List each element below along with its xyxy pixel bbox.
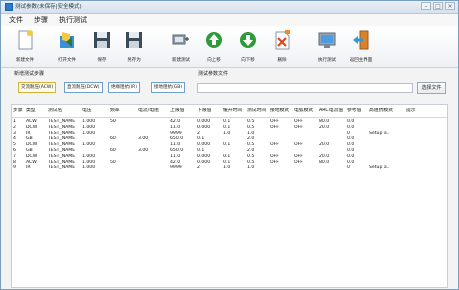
exit-icon bbox=[353, 30, 369, 50]
move-up-icon bbox=[206, 32, 222, 48]
menu-run-test[interactable]: 执行测试 bbox=[59, 14, 87, 26]
minimize-button[interactable]: – bbox=[421, 2, 431, 10]
new-file-icon bbox=[18, 30, 33, 50]
col-ramp-time-header[interactable]: 缓升时间 bbox=[223, 108, 242, 114]
table-cell: 9 bbox=[13, 165, 16, 171]
new-file-button[interactable]: 新建文件 bbox=[11, 29, 39, 65]
save-as-button[interactable]: 另存为 bbox=[120, 29, 148, 65]
toolbar-label: 另存为 bbox=[127, 58, 141, 63]
run-test-icon bbox=[318, 32, 336, 48]
close-button[interactable]: × bbox=[445, 2, 455, 10]
main-window: 测试参数(未保存|安全模式) – □ × 文件 步骤 执行测试 新建文件 打开文… bbox=[0, 0, 459, 290]
toolbar-label: 新建文件 bbox=[16, 58, 34, 63]
table-cell: 0 bbox=[347, 165, 350, 171]
exit-button[interactable]: 返回主界面 bbox=[347, 29, 375, 65]
move-up-button[interactable]: 向上移 bbox=[200, 29, 228, 65]
add-dcw-button[interactable]: 直流耐压(DCW) bbox=[64, 82, 103, 93]
table-cell: 2 bbox=[197, 165, 200, 171]
col-arc-mode-header[interactable]: 电弧模式 bbox=[294, 108, 313, 114]
new-step-label: 新增测试步骤 bbox=[14, 71, 45, 77]
window-controls: – □ × bbox=[421, 2, 455, 10]
col-high-impedance-header[interactable]: 高阻抗模式 bbox=[369, 108, 393, 114]
choose-file-button[interactable]: 选择文件 bbox=[417, 82, 446, 94]
col-voltage-header[interactable]: 电压 bbox=[82, 108, 92, 114]
table-cell: 1.0 bbox=[247, 165, 255, 171]
table-row[interactable]: 9 IR TEST_NAME 1.000 9999 2 1.0 1.0 0 Setup a.. bbox=[12, 165, 447, 171]
col-frequency-header[interactable]: 频率 bbox=[110, 108, 120, 114]
move-down-button[interactable]: 向下移 bbox=[234, 29, 262, 65]
table-cell: IR bbox=[26, 165, 31, 171]
col-upper-header[interactable]: 上限值 bbox=[170, 108, 184, 114]
save-as-icon bbox=[126, 32, 142, 48]
col-step-header[interactable]: 步骤 bbox=[13, 108, 23, 114]
steps-table[interactable]: 步骤 类型 测试名 电压 频率 电流/电阻 上限值 下限值 缓升时间 测试时间 接地模式 电弧模式 AR… bbox=[11, 104, 448, 288]
col-ground-mode-header[interactable]: 接地模式 bbox=[270, 108, 289, 114]
table-cell: 1.000 bbox=[82, 165, 96, 171]
col-lower-header[interactable]: 下限值 bbox=[197, 108, 211, 114]
col-reference-header[interactable]: 参考值 bbox=[347, 108, 361, 114]
add-gb-button[interactable]: 接地阻抗(GB) bbox=[151, 82, 186, 93]
toolbar-label: 向下移 bbox=[241, 58, 255, 63]
add-acw-button[interactable]: 交流耐压(ACW) bbox=[18, 82, 57, 93]
menu-steps[interactable]: 步骤 bbox=[34, 14, 48, 26]
toolbar-label: 向上移 bbox=[207, 58, 221, 63]
maximize-button[interactable]: □ bbox=[433, 2, 443, 10]
open-file-icon bbox=[60, 32, 74, 48]
toolbar-label: 返回主界面 bbox=[349, 58, 373, 63]
menu-file[interactable]: 文件 bbox=[9, 14, 23, 26]
col-arc-current-header[interactable]: ARC电流值 bbox=[319, 108, 343, 114]
toolbar-label: 新建测试 bbox=[172, 58, 190, 63]
table-header: 步骤 类型 测试名 电压 频率 电流/电阻 上限值 下限值 缓升时间 测试时间 接地模式 电弧模式 AR… bbox=[12, 105, 447, 118]
window-title: 测试参数(未保存|安全模式) bbox=[15, 4, 82, 10]
app-icon bbox=[5, 3, 13, 11]
menu-bar: 文件 步骤 执行测试 bbox=[1, 14, 458, 26]
save-icon bbox=[94, 32, 110, 48]
param-file-input[interactable] bbox=[197, 83, 413, 93]
toolbar-label: 打开文件 bbox=[58, 58, 76, 63]
title-bar[interactable]: 测试参数(未保存|安全模式) – □ × bbox=[1, 1, 458, 14]
col-type-header[interactable]: 类型 bbox=[26, 108, 36, 114]
table-cell: 9999 bbox=[170, 165, 182, 171]
move-down-icon bbox=[240, 32, 256, 48]
run-test-button[interactable]: 执行测试 bbox=[313, 29, 341, 65]
open-file-button[interactable]: 打开文件 bbox=[53, 29, 81, 65]
toolbar-label: 保存 bbox=[97, 58, 107, 63]
save-button[interactable]: 保存 bbox=[88, 29, 116, 65]
toolbar: 新建文件 打开文件 保存 另存为 新建测试 向上移 向下移 删除 执行测试 返回… bbox=[1, 26, 458, 68]
table-cell: Setup a.. bbox=[369, 165, 390, 171]
col-test-name-header[interactable]: 测试名 bbox=[48, 108, 62, 114]
delete-button[interactable]: 删除 bbox=[268, 29, 296, 65]
toolbar-label: 执行测试 bbox=[318, 58, 336, 63]
add-ir-button[interactable]: 绝缘阻抗(IR) bbox=[108, 82, 140, 93]
col-current-header[interactable]: 电流/电阻 bbox=[138, 108, 159, 114]
delete-icon bbox=[275, 30, 290, 50]
new-test-icon bbox=[172, 34, 189, 45]
param-file-label: 测试参数文件 bbox=[198, 71, 229, 77]
col-test-time-header[interactable]: 测试时间 bbox=[247, 108, 266, 114]
new-test-button[interactable]: 新建测试 bbox=[167, 29, 195, 65]
table-cell: TEST_NAME bbox=[48, 165, 76, 171]
toolbar-label: 删除 bbox=[277, 58, 287, 63]
col-hint-header[interactable]: 提示 bbox=[406, 108, 416, 114]
table-cell: 1.0 bbox=[223, 165, 231, 171]
